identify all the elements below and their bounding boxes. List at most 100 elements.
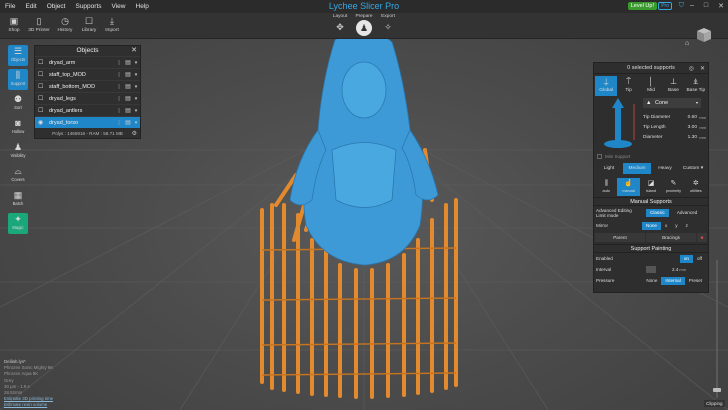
clipping-slider[interactable]: [716, 260, 718, 398]
advanced-button[interactable]: Advanced: [673, 209, 701, 217]
maximize-icon[interactable]: □: [704, 2, 708, 10]
tray-icon[interactable]: ▤: [124, 107, 132, 114]
objects-tool[interactable]: ☰ Objects: [8, 45, 28, 66]
menu-file[interactable]: File: [0, 3, 20, 10]
mode-utilities[interactable]: ✲ utilities: [685, 178, 707, 196]
tray-icon[interactable]: ▤: [124, 83, 132, 90]
visibility-checkbox-icon[interactable]: ☐: [38, 107, 46, 114]
magic-tool[interactable]: ✦ Magic: [8, 213, 28, 234]
covers-tool[interactable]: ⌓ Covers: [8, 165, 28, 186]
interval-input[interactable]: 2.4: [672, 267, 678, 272]
chevron-down-icon[interactable]: ▾: [132, 84, 140, 90]
visibility-checkbox-icon[interactable]: ☐: [38, 83, 46, 90]
level-up-button[interactable]: Level Up!: [627, 2, 657, 10]
menu-supports[interactable]: Supports: [70, 3, 106, 10]
close-icon[interactable]: ✕: [131, 46, 137, 56]
chevron-down-icon[interactable]: ▾: [132, 120, 140, 126]
visibility-checkbox-icon[interactable]: ☐: [38, 71, 46, 78]
tip-shape-select[interactable]: ▲ Cone ▾: [643, 98, 701, 108]
home-icon[interactable]: ⌂: [685, 40, 689, 47]
estimate-resin-link[interactable]: Estimate resin volume: [4, 402, 53, 408]
eye-slash-icon[interactable]: ◎: [689, 65, 694, 72]
mode-proximity[interactable]: ✎ proximity: [662, 178, 684, 196]
visibility-checkbox-icon[interactable]: ☐: [38, 95, 46, 102]
shield-icon[interactable]: ⛉: [679, 2, 684, 10]
chevron-down-icon[interactable]: ▾: [132, 96, 140, 102]
mini-support-checkbox[interactable]: [597, 153, 602, 159]
classic-button[interactable]: Classic: [646, 209, 669, 217]
left-toolbar: ☰ Objects ⫼ Support ⚉ Sort ◙ Hollow ♟ Vi…: [8, 45, 28, 237]
menu-help[interactable]: Help: [131, 3, 154, 10]
mode-island[interactable]: ◪ island: [640, 178, 662, 196]
mirror-z-button[interactable]: z: [682, 222, 692, 230]
object-row[interactable]: ☐ dryad_arm | ▤ ▾: [35, 56, 140, 68]
parent-button[interactable]: Parent: [595, 233, 645, 242]
tab-export[interactable]: Export ✧: [376, 14, 400, 33]
minimize-icon[interactable]: –: [690, 2, 694, 10]
gear-icon[interactable]: ⚙: [132, 130, 137, 137]
visibility-tool[interactable]: ♟ Visibility: [8, 141, 28, 162]
tip-type-base[interactable]: ⊥ Base: [662, 76, 684, 96]
tab-prepare[interactable]: Prepare ♟: [352, 14, 376, 36]
trash-icon[interactable]: ■: [697, 233, 707, 242]
painting-on-button[interactable]: on: [679, 254, 693, 263]
tip-length-field[interactable]: Tip Length 3.00 mm: [643, 123, 707, 132]
close-icon[interactable]: ✕: [700, 65, 705, 72]
eye-icon[interactable]: ◉: [38, 119, 46, 126]
hollow-tool[interactable]: ◙ Hollow: [8, 117, 28, 138]
pressure-internal-button[interactable]: Internal: [661, 276, 685, 285]
object-row-selected[interactable]: ◉ dryad_torso | ▤ ▾: [35, 116, 140, 128]
history-button[interactable]: ◷ History: [54, 15, 76, 33]
3d-printer-button[interactable]: ▯ 3D Printer: [28, 15, 50, 33]
density-custom[interactable]: Custom ▾: [679, 163, 707, 174]
chevron-down-icon[interactable]: ▾: [132, 60, 140, 66]
mode-manual[interactable]: ☝ manual: [617, 178, 640, 196]
mirror-none-button[interactable]: None: [642, 221, 661, 230]
object-row[interactable]: ☐ dryad_legs | ▤ ▾: [35, 92, 140, 104]
tray-icon[interactable]: ▤: [124, 119, 132, 126]
tray-icon[interactable]: ▤: [124, 71, 132, 78]
interval-color-swatch[interactable]: [646, 266, 656, 273]
tray-icon[interactable]: ▤: [124, 59, 132, 66]
mode-auto[interactable]: ⫼ auto: [595, 178, 617, 196]
menu-view[interactable]: View: [107, 3, 131, 10]
menu-object[interactable]: Object: [42, 3, 71, 10]
visibility-checkbox-icon[interactable]: ☐: [38, 59, 46, 66]
clipping-handle[interactable]: [713, 388, 721, 392]
object-row[interactable]: ☐ dryad_antlers | ▤ ▾: [35, 104, 140, 116]
tip-diameter-field[interactable]: Tip Diameter 0.60 mm: [643, 113, 707, 122]
sort-tool[interactable]: ⚉ Sort: [8, 93, 28, 114]
batch-tool[interactable]: ▦ Batch: [8, 189, 28, 210]
object-row[interactable]: ☐ staff_bottom_MOD | ▤ ▾: [35, 80, 140, 92]
tip-type-mid[interactable]: │ Mid: [640, 76, 662, 96]
object-row[interactable]: ☐ staff_top_MOD | ▤ ▾: [35, 68, 140, 80]
close-icon[interactable]: ✕: [718, 2, 724, 10]
tip-type-global[interactable]: ⍊ Global: [595, 76, 618, 96]
pressure-none-button[interactable]: None: [642, 277, 661, 285]
view-cube[interactable]: [696, 27, 712, 43]
density-light[interactable]: Light: [595, 163, 623, 174]
shop-button[interactable]: ▣ Shop: [3, 15, 25, 33]
bracings-button[interactable]: Bracings: [646, 233, 696, 242]
separator-icon: |: [118, 95, 120, 102]
chevron-down-icon[interactable]: ▾: [132, 72, 140, 78]
tab-layout[interactable]: Layout ✥: [328, 14, 352, 33]
clipping-button[interactable]: Clipping: [704, 400, 725, 407]
import-button[interactable]: ⤓ Import: [101, 15, 123, 33]
mini-support-row[interactable]: Mini Support: [594, 151, 708, 161]
chevron-down-icon[interactable]: ▾: [132, 108, 140, 114]
pressure-preset-button[interactable]: Preset: [685, 277, 706, 285]
tip-type-tip[interactable]: ⍑ Tip: [617, 76, 639, 96]
mirror-y-button[interactable]: y: [671, 222, 681, 230]
menu-edit[interactable]: Edit: [20, 3, 41, 10]
density-medium[interactable]: Medium: [623, 163, 651, 174]
mirror-x-button[interactable]: x: [661, 222, 671, 230]
pro-badge: Pro: [658, 2, 672, 10]
library-button[interactable]: ☐ Library: [78, 15, 100, 33]
painting-off-button[interactable]: off: [693, 255, 706, 263]
support-tool[interactable]: ⫼ Support: [8, 69, 28, 90]
tray-icon[interactable]: ▤: [124, 95, 132, 102]
diameter-field[interactable]: Diameter 1.30 mm: [643, 133, 707, 142]
density-heavy[interactable]: Heavy: [651, 163, 679, 174]
tip-type-base-tip[interactable]: ⍎ Base Tip: [685, 76, 707, 96]
